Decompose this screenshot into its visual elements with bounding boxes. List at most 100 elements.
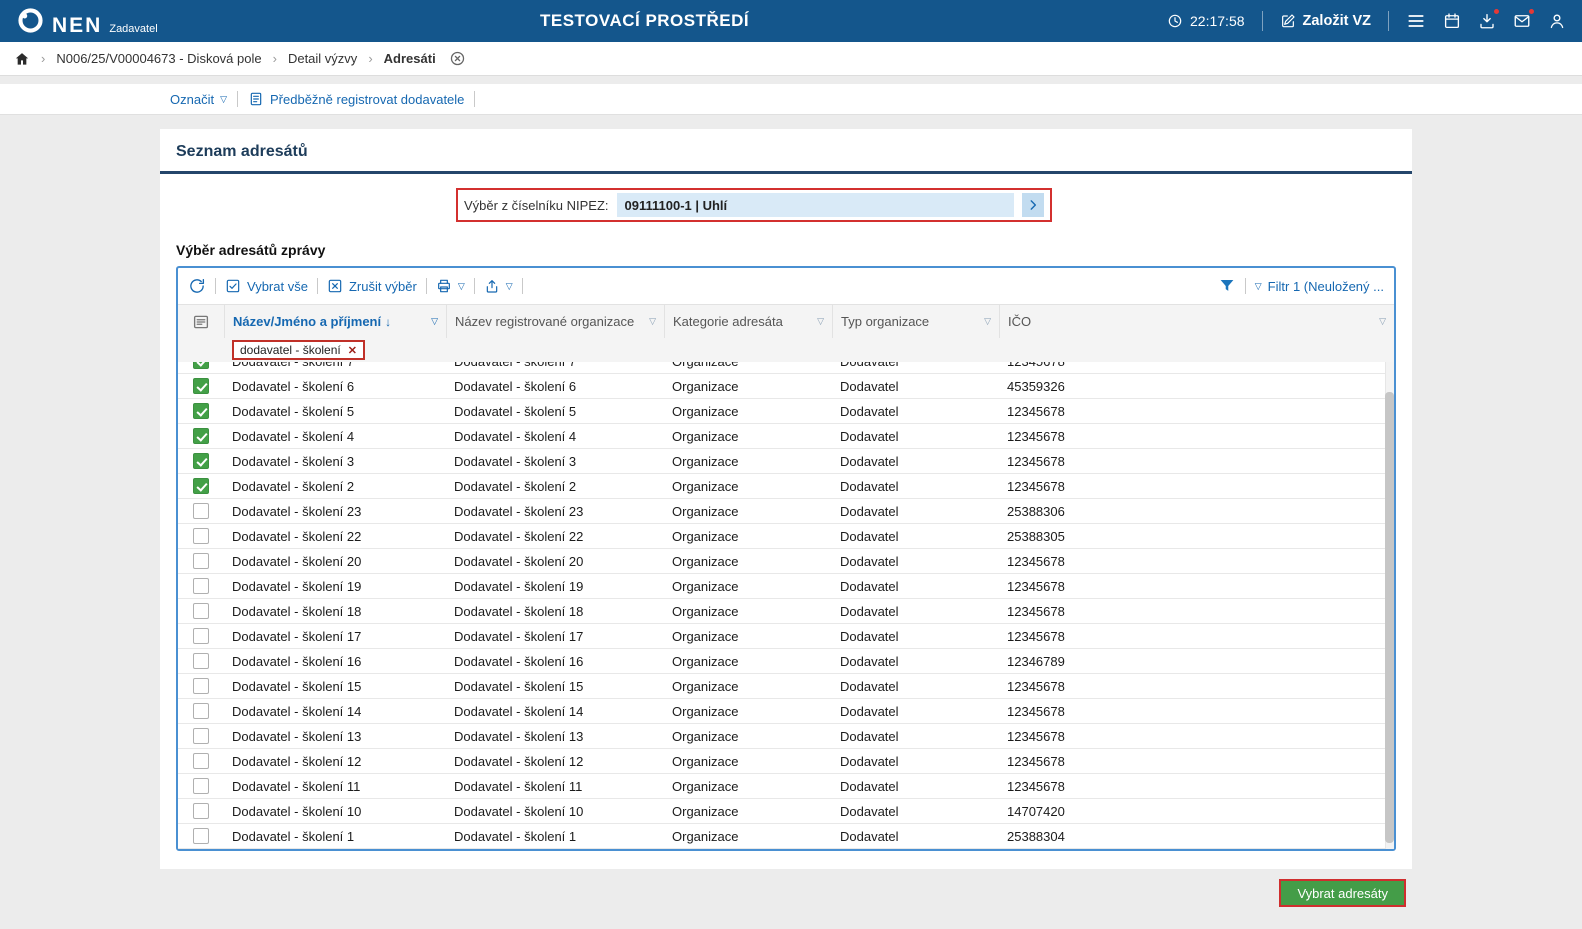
column-filter-icon[interactable]: ▽ bbox=[425, 317, 438, 326]
menu-hamburger-icon[interactable] bbox=[1406, 11, 1426, 31]
row-checkbox[interactable] bbox=[193, 778, 209, 794]
breadcrumb-item[interactable]: Adresáti bbox=[384, 51, 436, 66]
table-row[interactable]: Dodavatel - školení 3 Dodavatel - školení… bbox=[178, 449, 1394, 474]
row-select-cell[interactable] bbox=[178, 724, 224, 748]
row-select-cell[interactable] bbox=[178, 549, 224, 573]
table-row[interactable]: Dodavatel - školení 7Dodavatel - školení… bbox=[178, 362, 1394, 374]
filter-chip[interactable]: dodavatel - školení ✕ bbox=[232, 340, 365, 360]
row-checkbox[interactable] bbox=[193, 378, 209, 394]
row-checkbox[interactable] bbox=[193, 628, 209, 644]
row-checkbox[interactable] bbox=[193, 553, 209, 569]
print-menu-button[interactable]: ▽ bbox=[436, 278, 465, 294]
export-menu-button[interactable]: ▽ bbox=[484, 278, 513, 294]
table-row[interactable]: Dodavatel - školení 13 Dodavatel - školen… bbox=[178, 724, 1394, 749]
row-checkbox[interactable] bbox=[193, 703, 209, 719]
column-filter-icon[interactable]: ▽ bbox=[811, 317, 824, 326]
refresh-icon[interactable] bbox=[188, 277, 206, 295]
clear-selection-button[interactable]: Zrušit výběr bbox=[327, 278, 417, 294]
user-profile-icon[interactable] bbox=[1548, 12, 1566, 30]
table-row[interactable]: Dodavatel - školení 22 Dodavatel - školen… bbox=[178, 524, 1394, 549]
table-row[interactable]: Dodavatel - školení 12 Dodavatel - školen… bbox=[178, 749, 1394, 774]
row-select-cell[interactable] bbox=[178, 799, 224, 823]
table-row[interactable]: Dodavatel - školení 14 Dodavatel - školen… bbox=[178, 699, 1394, 724]
filter-funnel-icon[interactable] bbox=[1218, 277, 1236, 295]
vertical-scrollbar[interactable] bbox=[1385, 362, 1394, 849]
table-row[interactable]: Dodavatel - školení 17 Dodavatel - školen… bbox=[178, 624, 1394, 649]
table-row[interactable]: Dodavatel - školení 4 Dodavatel - školení… bbox=[178, 424, 1394, 449]
row-select-cell[interactable] bbox=[178, 374, 224, 398]
row-checkbox[interactable] bbox=[193, 578, 209, 594]
table-row[interactable]: Dodavatel - školení 20 Dodavatel - školen… bbox=[178, 549, 1394, 574]
table-row[interactable]: Dodavatel - školení 5 Dodavatel - školení… bbox=[178, 399, 1394, 424]
row-select-cell[interactable] bbox=[178, 362, 224, 373]
table-row[interactable]: Dodavatel - školení 2 Dodavatel - školení… bbox=[178, 474, 1394, 499]
nen-home-logo[interactable]: NEN Zadavatel bbox=[16, 6, 158, 36]
downloads-button[interactable] bbox=[1478, 8, 1500, 30]
row-checkbox[interactable] bbox=[193, 803, 209, 819]
row-select-cell[interactable] bbox=[178, 574, 224, 598]
column-header-category[interactable]: Kategorie adresáta ▽ bbox=[664, 305, 832, 338]
column-filter-icon[interactable]: ▽ bbox=[978, 317, 991, 326]
row-checkbox[interactable] bbox=[193, 362, 209, 369]
messages-button[interactable] bbox=[1513, 8, 1535, 30]
table-row[interactable]: Dodavatel - školení 6 Dodavatel - školení… bbox=[178, 374, 1394, 399]
row-checkbox[interactable] bbox=[193, 828, 209, 844]
table-row[interactable]: Dodavatel - školení 15 Dodavatel - školen… bbox=[178, 674, 1394, 699]
column-header-ico[interactable]: IČO ▽ bbox=[999, 305, 1394, 338]
table-row[interactable]: Dodavatel - školení 1 Dodavatel - školení… bbox=[178, 824, 1394, 849]
scrollbar-thumb[interactable] bbox=[1385, 392, 1394, 843]
nipez-value-field[interactable]: 09111100-1 | Uhlí bbox=[616, 193, 1014, 217]
row-select-cell[interactable] bbox=[178, 399, 224, 423]
row-checkbox[interactable] bbox=[193, 603, 209, 619]
column-header-name[interactable]: Název/Jméno a příjmení ↓ ▽ bbox=[224, 305, 446, 338]
row-select-cell[interactable] bbox=[178, 749, 224, 773]
row-checkbox[interactable] bbox=[193, 453, 209, 469]
nipez-open-button[interactable] bbox=[1022, 193, 1044, 217]
row-checkbox[interactable] bbox=[193, 728, 209, 744]
row-select-cell[interactable] bbox=[178, 649, 224, 673]
column-filter-icon[interactable]: ▽ bbox=[1373, 317, 1386, 326]
table-row[interactable]: Dodavatel - školení 19 Dodavatel - školen… bbox=[178, 574, 1394, 599]
table-row[interactable]: Dodavatel - školení 23 Dodavatel - školen… bbox=[178, 499, 1394, 524]
row-select-cell[interactable] bbox=[178, 699, 224, 723]
row-checkbox[interactable] bbox=[193, 653, 209, 669]
close-breadcrumb-icon[interactable] bbox=[449, 50, 466, 67]
breadcrumb-item[interactable]: Detail výzvy bbox=[288, 51, 357, 66]
calendar-icon[interactable] bbox=[1443, 12, 1461, 30]
row-select-cell[interactable] bbox=[178, 499, 224, 523]
filter-chip-remove-icon[interactable]: ✕ bbox=[348, 344, 357, 357]
row-checkbox[interactable] bbox=[193, 753, 209, 769]
row-checkbox[interactable] bbox=[193, 503, 209, 519]
row-checkbox[interactable] bbox=[193, 478, 209, 494]
table-row[interactable]: Dodavatel - školení 11 Dodavatel - školen… bbox=[178, 774, 1394, 799]
row-select-cell[interactable] bbox=[178, 524, 224, 548]
active-filter-button[interactable]: ▽ Filtr 1 (Neuložený ... bbox=[1255, 279, 1384, 294]
select-column-header[interactable] bbox=[178, 305, 224, 338]
row-checkbox[interactable] bbox=[193, 428, 209, 444]
select-all-button[interactable]: Vybrat vše bbox=[225, 278, 308, 294]
row-checkbox[interactable] bbox=[193, 403, 209, 419]
column-filter-icon[interactable]: ▽ bbox=[643, 317, 656, 326]
row-select-cell[interactable] bbox=[178, 674, 224, 698]
mark-menu-button[interactable]: Označit ▽ bbox=[170, 92, 227, 107]
preregister-suppliers-button[interactable]: Předběžně registrovat dodavatele bbox=[248, 91, 464, 107]
cell-type: Dodavatel bbox=[840, 703, 899, 719]
row-checkbox[interactable] bbox=[193, 528, 209, 544]
create-vz-button[interactable]: Založit VZ bbox=[1280, 13, 1371, 29]
select-addressees-button[interactable]: Vybrat adresáty bbox=[1279, 879, 1406, 907]
row-select-cell[interactable] bbox=[178, 624, 224, 648]
row-checkbox[interactable] bbox=[193, 678, 209, 694]
breadcrumb-item[interactable]: N006/25/V00004673 - Disková pole bbox=[56, 51, 261, 66]
table-row[interactable]: Dodavatel - školení 16 Dodavatel - školen… bbox=[178, 649, 1394, 674]
table-row[interactable]: Dodavatel - školení 10 Dodavatel - školen… bbox=[178, 799, 1394, 824]
home-icon[interactable] bbox=[14, 51, 30, 67]
row-select-cell[interactable] bbox=[178, 474, 224, 498]
row-select-cell[interactable] bbox=[178, 449, 224, 473]
row-select-cell[interactable] bbox=[178, 599, 224, 623]
table-row[interactable]: Dodavatel - školení 18 Dodavatel - školen… bbox=[178, 599, 1394, 624]
column-header-organization[interactable]: Název registrované organizace ▽ bbox=[446, 305, 664, 338]
row-select-cell[interactable] bbox=[178, 824, 224, 848]
row-select-cell[interactable] bbox=[178, 424, 224, 448]
column-header-type[interactable]: Typ organizace ▽ bbox=[832, 305, 999, 338]
row-select-cell[interactable] bbox=[178, 774, 224, 798]
